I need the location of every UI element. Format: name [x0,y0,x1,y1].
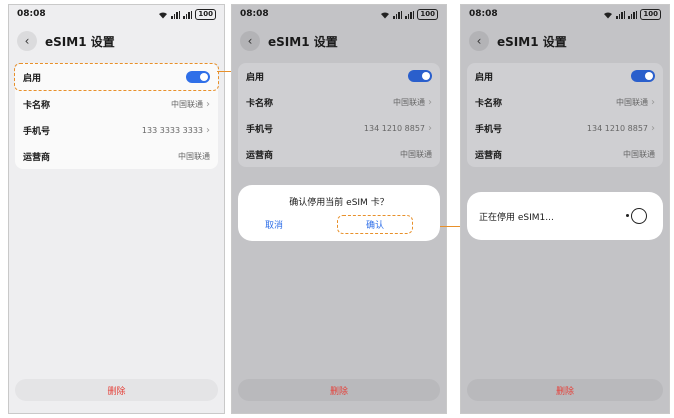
settings-card: 启用 卡名称 中国联通 › 手机号 134 1210 8857 › 运营商 中国联通 [467,63,663,167]
card-name-label: 卡名称 [246,98,274,109]
chevron-left-icon: ‹ [24,34,30,48]
phone-label: 手机号 [246,124,274,135]
carrier-value: 中国联通 [400,149,432,159]
page-header: ‹ eSIM1 设置 [469,29,661,53]
page-header: ‹ eSIM1 设置 [17,29,216,53]
confirm-dialog: 确认停用当前 eSIM 卡？ 取消 确认 [238,185,440,241]
chevron-right-icon: › [206,98,210,110]
progress-text: 正在停用 eSIM1... [479,212,554,223]
enable-toggle[interactable] [631,70,655,82]
chevron-left-icon: ‹ [476,34,482,48]
page-title: eSIM1 设置 [45,34,115,49]
screen-step-3: 08:08 100 ‹ eSIM1 设置 启用 卡名称 中国联通 › 手机号 13… [460,4,670,414]
signal-icon [405,10,415,19]
carrier-label: 运营商 [475,150,503,161]
delete-button[interactable]: 删除 [467,379,663,401]
back-button[interactable]: ‹ [17,31,37,51]
settings-card: 启用 卡名称 中国联通 › 手机号 134 1210 8857 › 运营商 中国联通 [238,63,440,167]
enable-toggle[interactable] [408,70,432,82]
phone-row[interactable]: 手机号 134 1210 8857 › [467,115,663,141]
phone-value: 133 3333 3333 [141,125,203,135]
enable-row[interactable]: 启用 [238,63,440,89]
card-name-label: 卡名称 [23,100,51,111]
enable-row[interactable]: 启用 [467,63,663,89]
carrier-row: 运营商 中国联通 [238,141,440,167]
carrier-value: 中国联通 [178,151,210,161]
carrier-label: 运营商 [23,152,51,163]
carrier-value: 中国联通 [623,149,655,159]
page-title: eSIM1 设置 [268,34,338,49]
chevron-right-icon: › [206,124,210,136]
signal-icon [183,10,193,19]
back-button[interactable]: ‹ [469,31,489,51]
battery-icon: 100 [417,9,438,20]
wifi-icon [159,11,168,18]
carrier-label: 运营商 [246,150,274,161]
screen-step-1: 08:08 100 ‹ eSIM1 设置 启用 卡名称 中国联通 › 手机号 13… [8,4,225,414]
settings-card: 启用 卡名称 中国联通 › 手机号 133 3333 3333 › 运营商 中国联通 [14,63,219,169]
chevron-left-icon: ‹ [247,34,253,48]
status-time: 08:08 [240,9,269,19]
chevron-right-icon: › [428,122,432,134]
card-name-row[interactable]: 卡名称 中国联通 › [238,89,440,115]
phone-value: 134 1210 8857 [586,123,648,133]
wifi-icon [604,11,613,18]
phone-row[interactable]: 手机号 133 3333 3333 › [15,117,218,143]
spinner-icon [626,208,647,224]
phone-row[interactable]: 手机号 134 1210 8857 › [238,115,440,141]
confirm-button[interactable]: 确认 [336,214,413,234]
signal-icon [171,10,181,19]
card-name-value: 中国联通 [171,99,203,109]
card-name-value: 中国联通 [616,97,648,107]
phone-value: 134 1210 8857 [363,123,425,133]
enable-label: 启用 [246,72,265,83]
page-title: eSIM1 设置 [497,34,567,49]
progress-dialog: 正在停用 eSIM1... [467,192,663,240]
status-bar: 08:08 100 [469,9,661,21]
back-button[interactable]: ‹ [240,31,260,51]
battery-icon: 100 [195,9,216,20]
page-header: ‹ eSIM1 设置 [240,29,438,53]
card-name-row[interactable]: 卡名称 中国联通 › [467,89,663,115]
wifi-icon [381,11,390,18]
signal-icon [628,10,638,19]
status-time: 08:08 [469,9,498,19]
status-bar: 08:08 100 [240,9,438,21]
phone-label: 手机号 [23,126,51,137]
status-bar: 08:08 100 [17,9,216,21]
chevron-right-icon: › [428,96,432,108]
card-name-label: 卡名称 [475,98,503,109]
card-name-row[interactable]: 卡名称 中国联通 › [15,91,218,117]
carrier-row: 运营商 中国联通 [467,141,663,167]
signal-icon [393,10,403,19]
cancel-button[interactable]: 取消 [265,218,283,231]
enable-row[interactable]: 启用 [14,63,219,91]
delete-button[interactable]: 删除 [238,379,440,401]
enable-label: 启用 [23,73,42,84]
delete-button[interactable]: 删除 [15,379,218,401]
chevron-right-icon: › [651,96,655,108]
status-time: 08:08 [17,9,46,19]
carrier-row: 运营商 中国联通 [15,143,218,169]
chevron-right-icon: › [651,122,655,134]
screen-step-2: 08:08 100 ‹ eSIM1 设置 启用 卡名称 中国联通 › 手机号 13… [231,4,447,414]
enable-label: 启用 [475,72,494,83]
phone-label: 手机号 [475,124,503,135]
battery-icon: 100 [640,9,661,20]
dialog-question: 确认停用当前 eSIM 卡？ [289,198,389,208]
signal-icon [616,10,626,19]
card-name-value: 中国联通 [393,97,425,107]
enable-toggle[interactable] [186,71,210,83]
